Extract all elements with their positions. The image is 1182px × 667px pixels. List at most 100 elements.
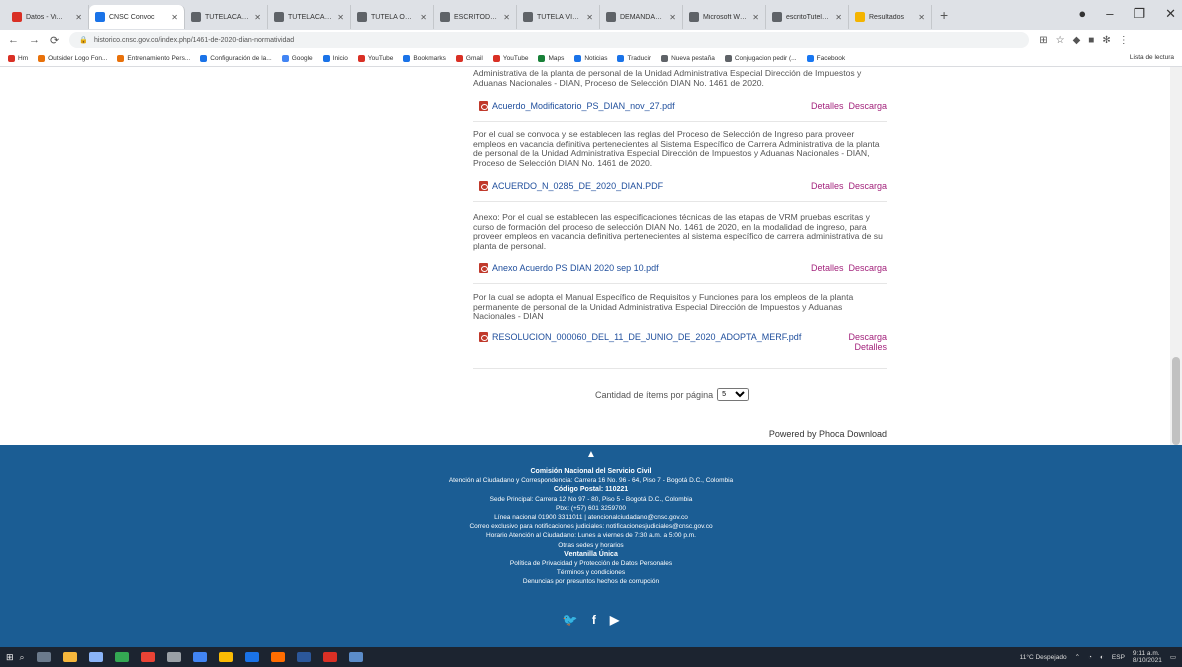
app-icon[interactable] bbox=[244, 652, 259, 662]
document-link[interactable]: RESOLUCION_000060_DEL_11_DE_JUNIO_DE_202… bbox=[492, 332, 801, 342]
details-link[interactable]: Detalles bbox=[811, 263, 844, 273]
word-icon[interactable] bbox=[296, 652, 311, 662]
browser-tab[interactable]: Resultados ✕ bbox=[849, 5, 932, 29]
bookmark-item[interactable]: Google bbox=[281, 54, 313, 62]
extensions-puzzle-icon[interactable]: ✻ bbox=[1102, 35, 1110, 46]
scrollbar-thumb[interactable] bbox=[1172, 357, 1180, 445]
items-per-page-select[interactable]: 5 bbox=[717, 388, 750, 401]
search-icon[interactable]: ⌕ bbox=[20, 652, 25, 663]
footer-link-privacy[interactable]: Política de Privacidad y Protección de D… bbox=[0, 559, 1182, 568]
bookmark-item[interactable]: Configuración de la... bbox=[200, 54, 272, 62]
app-icon[interactable] bbox=[270, 652, 285, 662]
download-link[interactable]: Descarga bbox=[848, 263, 887, 273]
browser-tab[interactable]: TUTELACAMPO ✕ bbox=[268, 5, 351, 29]
close-window-button[interactable]: ✕ bbox=[1165, 6, 1176, 22]
browser-tab[interactable]: ESCRITODETUT ✕ bbox=[434, 5, 517, 29]
footer-link-ventanilla[interactable]: Ventanilla Única bbox=[0, 550, 1182, 559]
task-view-icon[interactable] bbox=[36, 652, 51, 662]
minimize-button[interactable]: – bbox=[1106, 6, 1113, 22]
reading-list-button[interactable]: Lista de lectura bbox=[1130, 54, 1174, 61]
download-link[interactable]: Descarga bbox=[848, 332, 887, 342]
document-link[interactable]: Acuerdo_Modificatorio_PS_DIAN_nov_27.pdf bbox=[492, 101, 675, 111]
bookmark-item[interactable]: Bookmarks bbox=[403, 54, 446, 62]
app-icon[interactable] bbox=[88, 652, 103, 662]
app-icon[interactable] bbox=[140, 652, 155, 662]
twitter-icon[interactable]: 🐦 bbox=[563, 613, 578, 627]
app-icon[interactable] bbox=[348, 652, 363, 662]
details-link[interactable]: Detalles bbox=[811, 101, 844, 111]
details-link[interactable]: Detalles bbox=[811, 181, 844, 191]
tab-close-icon[interactable]: ✕ bbox=[503, 13, 510, 22]
browser-tab[interactable]: DEMANDA_ECI ✕ bbox=[600, 5, 683, 29]
bookmark-item[interactable]: Conjugacion pedir (... bbox=[724, 54, 797, 62]
bookmark-item[interactable]: Nueva pestaña bbox=[661, 54, 715, 62]
tab-close-icon[interactable]: ✕ bbox=[254, 13, 261, 22]
new-tab-button[interactable]: + bbox=[940, 7, 948, 23]
app-icon[interactable] bbox=[166, 652, 181, 662]
bookmark-item[interactable]: Traducir bbox=[617, 54, 651, 62]
start-icon[interactable]: ⊞ bbox=[6, 652, 14, 663]
bookmark-item[interactable]: YouTube bbox=[357, 54, 393, 62]
browser-tab[interactable]: TUTELA OSCAR ✕ bbox=[351, 5, 434, 29]
browser-tab[interactable]: escritoTutela_ECI ✕ bbox=[766, 5, 849, 29]
app-icon[interactable] bbox=[62, 652, 77, 662]
bookmark-item[interactable]: Outsider Logo Fon... bbox=[38, 54, 107, 62]
chevron-up-icon[interactable]: ⌃ bbox=[1075, 653, 1080, 661]
footer-link-terms[interactable]: Términos y condiciones bbox=[0, 568, 1182, 577]
bookmark-item[interactable]: Gmail bbox=[455, 54, 483, 62]
footer-link-corruption[interactable]: Denuncias por presuntos hechos de corrup… bbox=[0, 577, 1182, 586]
tab-close-icon[interactable]: ✕ bbox=[420, 13, 427, 22]
tab-close-icon[interactable]: ✕ bbox=[835, 13, 842, 22]
bookmark-item[interactable]: Hm bbox=[8, 54, 28, 62]
tab-close-icon[interactable]: ✕ bbox=[171, 13, 178, 22]
bookmark-item[interactable]: Noticias bbox=[574, 54, 607, 62]
bookmark-item[interactable]: Entrenamiento Pers... bbox=[117, 54, 190, 62]
bookmark-item[interactable]: YouTube bbox=[492, 54, 528, 62]
notifications-icon[interactable]: ▭ bbox=[1170, 653, 1176, 661]
powered-by[interactable]: Powered by Phoca Download bbox=[769, 429, 887, 439]
extension-icon[interactable]: ◆ bbox=[1073, 35, 1081, 46]
profile-icon[interactable]: ● bbox=[1078, 6, 1086, 22]
language-indicator[interactable]: ESP bbox=[1112, 654, 1125, 661]
browser-tab[interactable]: TUTELACAMB ✕ bbox=[185, 5, 268, 29]
app-icon[interactable] bbox=[218, 652, 233, 662]
network-icon[interactable]: ◔ bbox=[1088, 654, 1092, 661]
download-link[interactable]: Descarga bbox=[848, 181, 887, 191]
menu-icon[interactable]: ⋮ bbox=[1119, 35, 1129, 46]
footer-link-other-offices[interactable]: Otras sedes y horarios bbox=[0, 541, 1182, 550]
document-link[interactable]: Anexo Acuerdo PS DIAN 2020 sep 10.pdf bbox=[492, 263, 659, 273]
back-icon[interactable]: ← bbox=[8, 34, 19, 46]
facebook-icon[interactable]: f bbox=[592, 613, 596, 627]
youtube-icon[interactable]: ▶ bbox=[610, 613, 619, 627]
weather-text[interactable]: 11°C Despejado bbox=[1020, 654, 1067, 661]
footer-judicial-email[interactable]: Correo exclusivo para notificaciones jud… bbox=[0, 522, 1182, 531]
bookmark-item[interactable]: Inicio bbox=[322, 54, 348, 62]
bookmark-item[interactable]: Maps bbox=[538, 54, 564, 62]
browser-tab[interactable]: TUTELA VICTO ✕ bbox=[517, 5, 600, 29]
details-link[interactable]: Detalles bbox=[854, 342, 887, 352]
tab-close-icon[interactable]: ✕ bbox=[669, 13, 676, 22]
tab-close-icon[interactable]: ✕ bbox=[752, 13, 759, 22]
tab-close-icon[interactable]: ✕ bbox=[586, 13, 593, 22]
address-bar[interactable]: 🔒 historico.cnsc.gov.co/index.php/1461-d… bbox=[69, 32, 1030, 48]
extension-icon[interactable]: ■ bbox=[1088, 35, 1094, 46]
scrollbar[interactable] bbox=[1170, 67, 1182, 445]
tab-close-icon[interactable]: ✕ bbox=[337, 13, 344, 22]
tab-close-icon[interactable]: ✕ bbox=[75, 13, 82, 22]
browser-tab[interactable]: Datos - Vi... ✕ bbox=[6, 5, 89, 29]
forward-icon[interactable]: → bbox=[29, 34, 40, 46]
star-icon[interactable]: ☆ bbox=[1056, 35, 1065, 46]
clock[interactable]: 9:11 a.m. 8/10/2021 bbox=[1133, 650, 1162, 664]
acrobat-icon[interactable] bbox=[322, 652, 337, 662]
browser-tab[interactable]: CNSC Convoc ✕ bbox=[89, 5, 185, 29]
reload-icon[interactable]: ⟳ bbox=[50, 34, 59, 47]
maximize-button[interactable]: ❐ bbox=[1133, 6, 1145, 22]
bookmark-item[interactable]: Facebook bbox=[806, 54, 845, 62]
browser-tab[interactable]: Microsoft Word ✕ bbox=[683, 5, 766, 29]
translate-icon[interactable]: ⊞ bbox=[1039, 35, 1047, 46]
volume-icon[interactable]: ◐ bbox=[1100, 654, 1104, 661]
chrome-icon[interactable] bbox=[192, 652, 207, 662]
tab-close-icon[interactable]: ✕ bbox=[918, 13, 925, 22]
app-icon[interactable] bbox=[114, 652, 129, 662]
download-link[interactable]: Descarga bbox=[848, 101, 887, 111]
